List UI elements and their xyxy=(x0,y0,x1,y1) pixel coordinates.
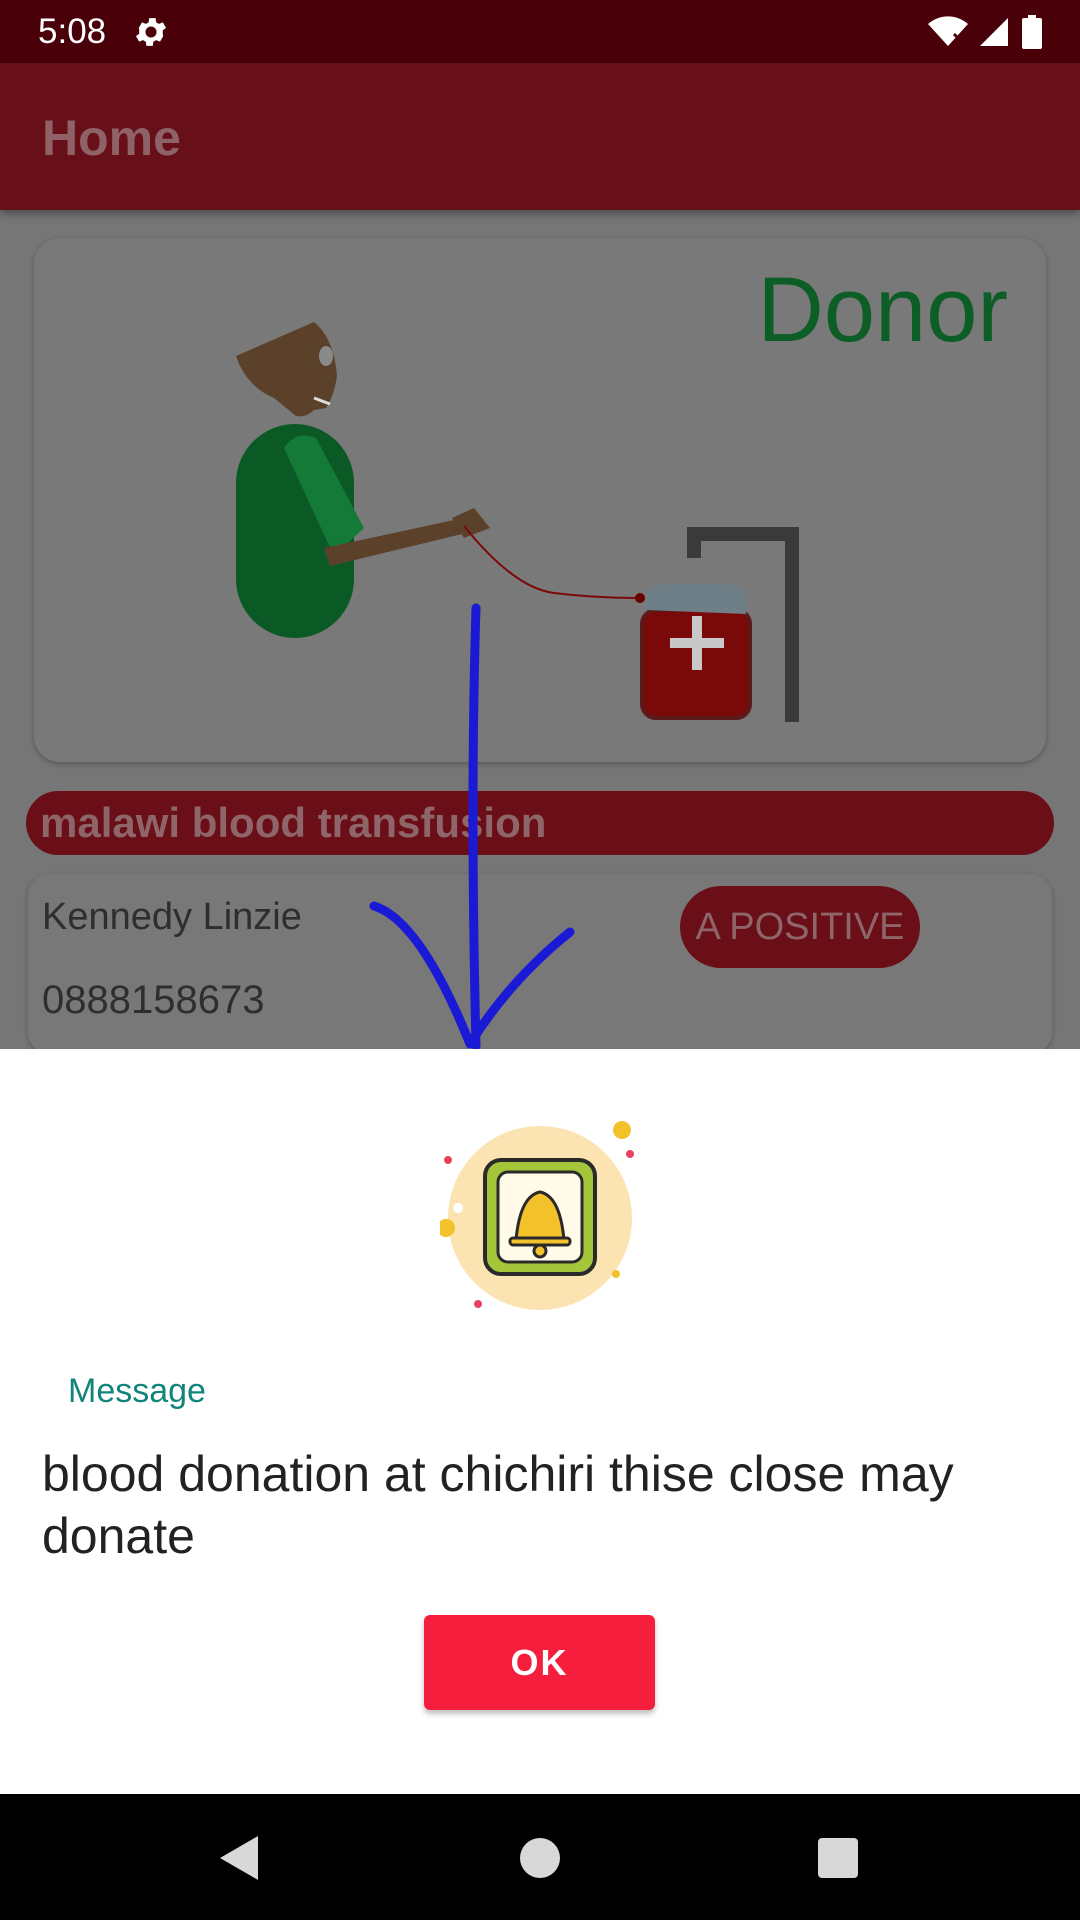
organization-banner: malawi blood transfusion xyxy=(26,791,1054,855)
blood-type-badge: A POSITIVE xyxy=(680,886,920,968)
dialog-message: blood donation at chichiri thise close m… xyxy=(42,1446,954,1564)
organization-name: malawi blood transfusion xyxy=(40,799,547,846)
message-dialog: Message blood donation at chichiri thise… xyxy=(0,1049,1080,1794)
ok-button[interactable]: OK xyxy=(424,1615,655,1710)
gear-icon xyxy=(136,17,167,46)
dialog-label: Message xyxy=(68,1372,206,1410)
battery-icon xyxy=(1022,14,1042,49)
home-content: Donor malawi blood transfusion Kennedy L… xyxy=(0,210,1080,1050)
signal-icon xyxy=(980,17,1008,46)
back-icon[interactable] xyxy=(212,1830,268,1886)
donor-phone: 0888158673 xyxy=(42,978,265,1022)
donor-list-item[interactable]: Kennedy Linzie 0888158673 A POSITIVE xyxy=(28,874,1052,1050)
donor-blood-donation-illustration xyxy=(236,322,799,722)
donor-name: Kennedy Linzie xyxy=(42,896,302,938)
donor-card[interactable]: Donor xyxy=(34,238,1046,762)
app-bar: Home xyxy=(0,63,1080,210)
bell-icon xyxy=(440,1121,634,1310)
recents-icon[interactable] xyxy=(810,1830,866,1886)
status-time: 5:08 xyxy=(38,11,107,51)
home-icon[interactable] xyxy=(512,1830,568,1886)
system-navigation-bar xyxy=(0,1794,1080,1920)
wifi-icon xyxy=(928,15,968,46)
status-bar: 5:08 xyxy=(0,0,1080,63)
page-title: Home xyxy=(42,110,181,166)
